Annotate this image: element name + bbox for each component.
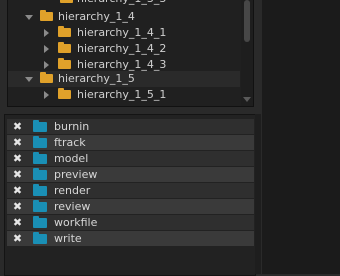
tree-scrollbar[interactable] — [241, 0, 253, 106]
folder-icon — [33, 200, 47, 212]
list-item-label: model — [54, 152, 89, 165]
list-item-label: render — [54, 184, 91, 197]
close-icon[interactable]: ✖ — [12, 201, 23, 212]
list-item[interactable]: ✖ burnin — [7, 119, 254, 134]
chevron-down-icon[interactable] — [25, 77, 33, 82]
hierarchy-tree[interactable]: hierarchy_1_3_3 hierarchy_1_4 hierarchy_… — [7, 0, 254, 107]
tree-item-label: hierarchy_1_5_1 — [77, 88, 167, 101]
tree-item-label: hierarchy_1_4_2 — [77, 42, 167, 55]
list-item[interactable]: ✖ model — [7, 151, 254, 166]
chevron-right-icon[interactable] — [44, 61, 49, 69]
chevron-right-icon[interactable] — [44, 91, 49, 99]
list-scrollbar[interactable] — [255, 114, 261, 274]
close-icon[interactable]: ✖ — [12, 137, 23, 148]
scroll-down-arrow-icon[interactable] — [243, 97, 251, 102]
list-item-label: review — [54, 200, 91, 213]
tree-item-label: hierarchy_1_4 — [58, 10, 135, 23]
folder-icon — [58, 26, 71, 37]
tree-item[interactable]: hierarchy_1_3_3 — [8, 0, 240, 7]
folder-icon — [33, 232, 47, 244]
scrollbar-thumb[interactable] — [244, 0, 250, 42]
list-item-label: burnin — [54, 120, 90, 133]
folder-icon — [40, 10, 53, 21]
close-icon[interactable]: ✖ — [12, 233, 23, 244]
list-item-label: write — [54, 232, 82, 245]
tree-item[interactable]: hierarchy_1_5_1 — [8, 87, 240, 103]
folder-icon — [33, 184, 47, 196]
list-item[interactable]: ✖ workfile — [7, 215, 254, 230]
list-item[interactable]: ✖ ftrack — [7, 135, 254, 150]
list-item[interactable]: ✖ preview — [7, 167, 254, 182]
close-icon[interactable]: ✖ — [12, 185, 23, 196]
folder-icon — [60, 0, 73, 3]
folder-icon — [33, 168, 47, 180]
tree-item-label: hierarchy_1_4_1 — [77, 26, 167, 39]
folder-icon — [33, 152, 47, 164]
close-icon[interactable]: ✖ — [12, 217, 23, 228]
family-list: ✖ burnin ✖ ftrack ✖ model ✖ preview ✖ re… — [4, 114, 256, 276]
tree-item[interactable]: hierarchy_1_4_1 — [8, 25, 240, 41]
list-item[interactable]: ✖ write — [7, 231, 254, 246]
tree-item-label: hierarchy_1_5 — [58, 72, 135, 85]
folder-icon — [58, 42, 71, 53]
tree-item[interactable]: hierarchy_1_4 — [8, 9, 240, 25]
folder-icon — [33, 216, 47, 228]
chevron-right-icon[interactable] — [44, 45, 49, 53]
chevron-down-icon[interactable] — [25, 15, 33, 20]
list-item-label: preview — [54, 168, 98, 181]
chevron-right-icon[interactable] — [44, 29, 49, 37]
close-icon[interactable]: ✖ — [12, 121, 23, 132]
folder-icon — [40, 72, 53, 83]
right-panel — [262, 0, 340, 274]
tree-item-label: hierarchy_1_3_3 — [77, 0, 166, 7]
folder-icon — [33, 136, 47, 148]
list-item-label: ftrack — [54, 136, 86, 149]
list-item[interactable]: ✖ review — [7, 199, 254, 214]
tree-item[interactable]: hierarchy_1_5 — [8, 71, 240, 87]
tree-item[interactable]: hierarchy_1_4_2 — [8, 41, 240, 57]
list-item[interactable]: ✖ render — [7, 183, 254, 198]
folder-icon — [58, 58, 71, 69]
folder-icon — [33, 120, 47, 132]
close-icon[interactable]: ✖ — [12, 169, 23, 180]
close-icon[interactable]: ✖ — [12, 153, 23, 164]
list-item-label: workfile — [54, 216, 98, 229]
folder-icon — [58, 88, 71, 99]
